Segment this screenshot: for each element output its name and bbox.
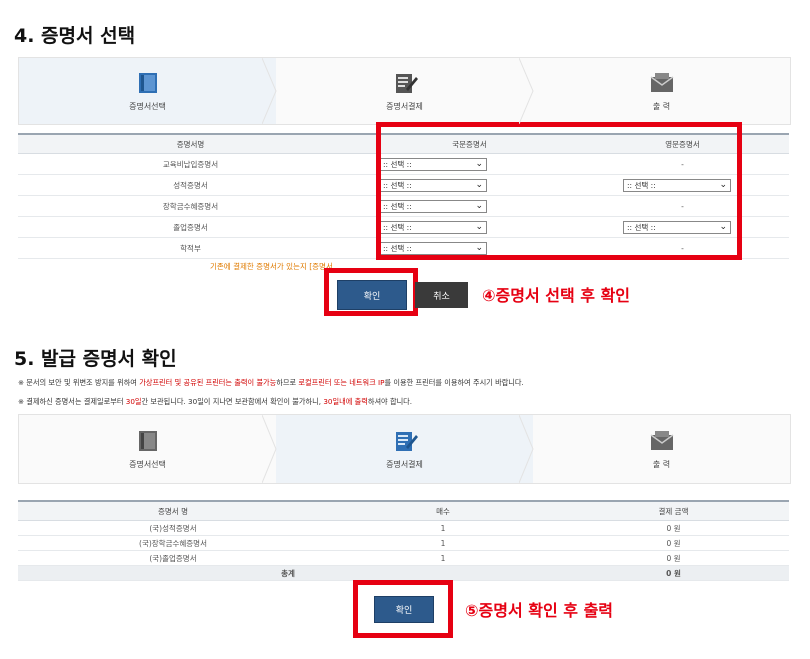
highlight-box-confirm — [324, 268, 418, 316]
step-select: 증명서선택 — [19, 415, 277, 483]
step-label: 증명서결제 — [386, 101, 423, 111]
column-header: 매수 — [328, 500, 558, 521]
notice-highlight: 로컬프린터 또는 네트워크 IP — [298, 378, 385, 387]
step-print: 출 력 — [533, 58, 790, 124]
step-payment: 증명서결제 — [276, 58, 534, 124]
table-total-row: 총계 0 원 — [18, 565, 789, 581]
notice-text: 를 이용한 프린터를 이용하여 주시기 바랍니다. — [384, 378, 524, 387]
step-label: 출 력 — [652, 459, 671, 469]
printer-notice: ※ 문서의 보안 및 위변조 방지를 위하여 가상프린터 및 공유된 프린터는 … — [18, 378, 524, 388]
step-select: 증명서선택 — [19, 58, 277, 124]
certificate-count: 1 — [328, 535, 558, 551]
cancel-button[interactable]: 취소 — [415, 282, 468, 308]
notice-text: ※ 결제하신 증명서는 결제일로부터 — [18, 397, 126, 406]
section4-step-bar: 증명서선택 증명서결제 출 력 — [18, 57, 791, 125]
notice-text: 간 보관됩니다. 30일이 지나면 보관함에서 확인이 불가하니, — [141, 397, 324, 406]
table-header-row: 증명서 명 매수 결제 금액 — [18, 500, 789, 521]
table-row: (국)졸업증명서 1 0 원 — [18, 550, 789, 566]
certificate-name: 성적증명서 — [18, 174, 363, 196]
step-label: 증명서결제 — [386, 459, 423, 469]
annotation-step5: ⑤증명서 확인 후 출력 — [465, 601, 614, 620]
payment-amount: 0 원 — [558, 535, 789, 551]
certificate-name: (국)성적증명서 — [18, 520, 328, 536]
step-label: 출 력 — [652, 101, 671, 111]
total-label: 총계 — [18, 565, 558, 581]
payment-amount: 0 원 — [558, 520, 789, 536]
highlight-box-print — [353, 580, 453, 638]
step-payment: 증명서결제 — [276, 415, 534, 483]
edit-document-icon — [395, 431, 418, 451]
certificate-count: 1 — [328, 520, 558, 536]
certificate-name: (국)장학금수혜증명서 — [18, 535, 328, 551]
total-amount: 0 원 — [558, 565, 789, 581]
notice-text: 하므로 — [276, 378, 299, 387]
document-icon — [138, 72, 157, 93]
certificate-name: 졸업증명서 — [18, 216, 363, 238]
notice-text: ※ 문서의 보안 및 위변조 방지를 위하여 — [18, 378, 140, 387]
storage-notice: ※ 결제하신 증명서는 결제일로부터 30일간 보관됩니다. 30일이 지나면 … — [18, 397, 412, 407]
certificate-name: 교육비납입증명서 — [18, 153, 363, 175]
certificate-count: 1 — [328, 550, 558, 566]
envelope-icon — [650, 72, 673, 92]
certificate-name: 학적부 — [18, 237, 363, 259]
section5-step-bar: 증명서선택 증명서결제 출 력 — [18, 414, 791, 484]
table-row: (국)성적증명서 1 0 원 — [18, 520, 789, 536]
annotation-step4: ④증명서 선택 후 확인 — [482, 286, 631, 305]
table-row: (국)장학금수혜증명서 1 0 원 — [18, 535, 789, 551]
notice-text: 하셔야 합니다. — [367, 397, 413, 406]
payment-amount: 0 원 — [558, 550, 789, 566]
issued-certificate-table: 증명서 명 매수 결제 금액 (국)성적증명서 1 0 원 (국)장학금수혜증명… — [18, 500, 789, 581]
column-header: 증명서 명 — [18, 500, 328, 521]
step-label: 증명서선택 — [129, 459, 166, 469]
notice-highlight: 30일 — [125, 397, 142, 406]
step-print: 출 력 — [533, 415, 790, 483]
step-label: 증명서선택 — [129, 101, 166, 111]
section4-title: 4. 증명서 선택 — [14, 25, 136, 47]
certificate-name: (국)졸업증명서 — [18, 550, 328, 566]
document-icon — [138, 430, 157, 451]
column-header: 결제 금액 — [558, 500, 789, 521]
envelope-icon — [650, 430, 673, 450]
edit-document-icon — [395, 73, 418, 93]
certificate-name: 장학금수혜증명서 — [18, 195, 363, 217]
column-header: 증명서명 — [18, 133, 363, 154]
notice-highlight: 가상프린터 및 공유된 프린터는 출력이 불가능 — [139, 378, 277, 387]
section5-title: 5. 발급 증명서 확인 — [14, 348, 177, 370]
notice-highlight: 30일내에 출력 — [323, 397, 368, 406]
highlight-box-select — [376, 122, 742, 260]
